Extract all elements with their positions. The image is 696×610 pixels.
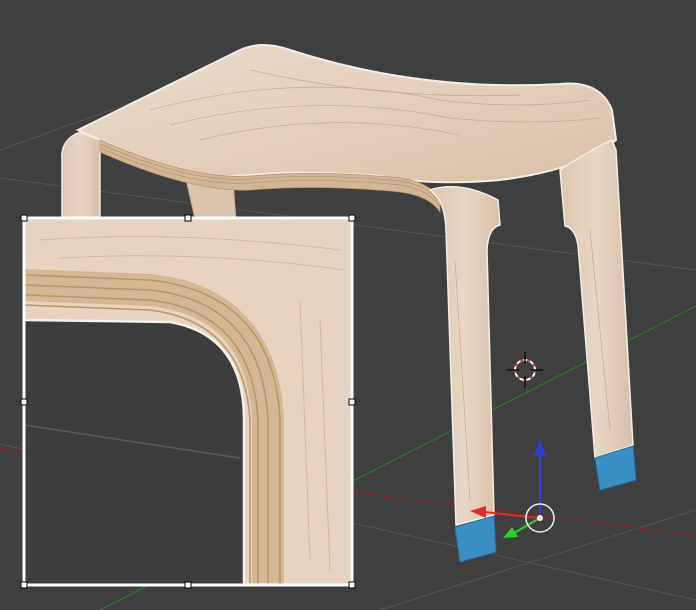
3d-viewport[interactable] bbox=[0, 0, 696, 610]
handle-bottom-left[interactable] bbox=[20, 581, 28, 589]
handle-middle-left[interactable] bbox=[20, 398, 28, 406]
handle-bottom-right[interactable] bbox=[348, 581, 356, 589]
handle-bottom-middle[interactable] bbox=[184, 581, 192, 589]
zoom-inset[interactable] bbox=[20, 214, 356, 589]
handle-middle-right[interactable] bbox=[348, 398, 356, 406]
handle-top-left[interactable] bbox=[20, 214, 28, 222]
handle-top-right[interactable] bbox=[348, 214, 356, 222]
handle-top-middle[interactable] bbox=[184, 214, 192, 222]
gizmo-pivot-dot bbox=[537, 515, 543, 521]
